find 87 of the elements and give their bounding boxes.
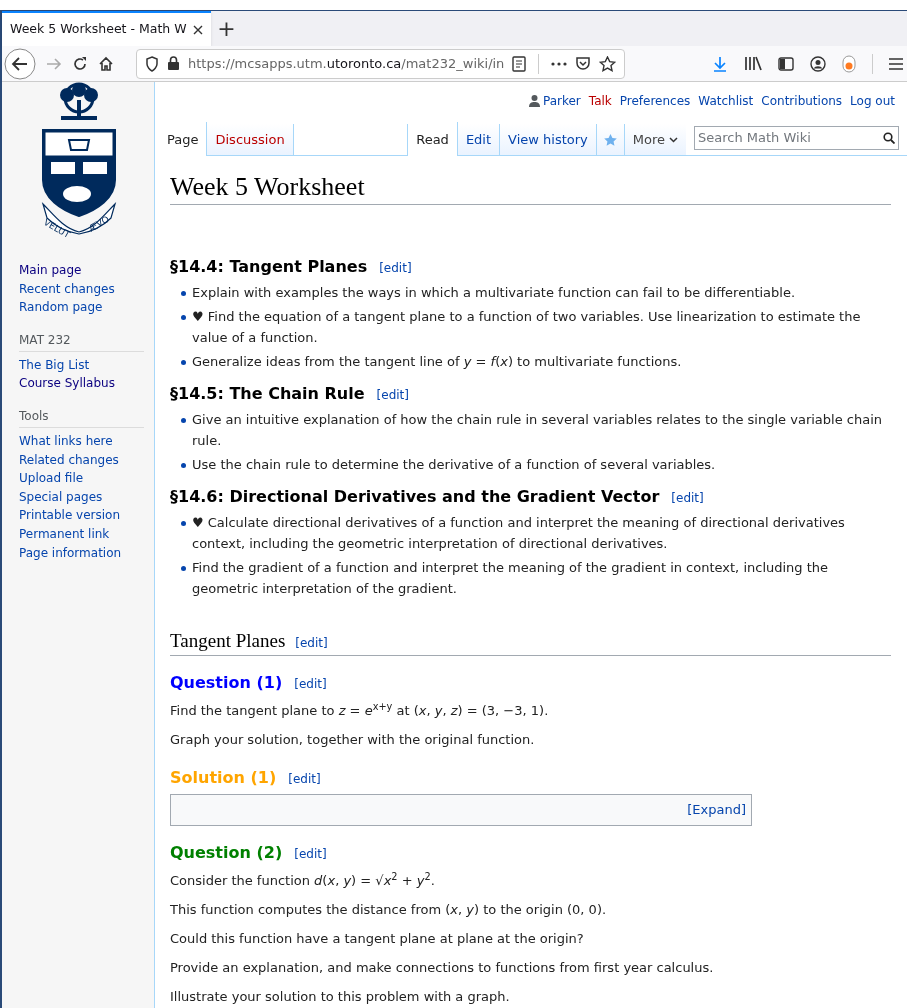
list-item-text: ♥ Find the equation of a tangent plane to a function of two variables. Use linearization to estimate the value of a function. bbox=[192, 308, 862, 347]
pocket-icon[interactable] bbox=[575, 56, 592, 71]
section-heading: §14.5: The Chain Rule bbox=[170, 384, 365, 404]
reader-view-icon[interactable] bbox=[512, 55, 527, 72]
list-item-text: Explain with examples the ways in which a multivariate function can fail to be differentiable. bbox=[192, 284, 796, 302]
edit-link[interactable]: [edit] bbox=[294, 675, 327, 693]
personal-link[interactable]: Log out bbox=[850, 92, 895, 111]
personal-link[interactable]: Contributions bbox=[761, 92, 843, 111]
page-tab[interactable]: Discussion bbox=[207, 124, 294, 156]
page-tab[interactable]: Edit bbox=[457, 124, 501, 156]
close-icon[interactable] bbox=[192, 24, 203, 35]
sidebar-link[interactable]: The Big List bbox=[19, 355, 144, 375]
edit-link[interactable]: [edit] bbox=[379, 259, 412, 277]
bullet-icon bbox=[181, 463, 186, 468]
reload-icon[interactable] bbox=[72, 55, 88, 72]
new-tab-button[interactable]: + bbox=[210, 11, 243, 46]
search-icon[interactable] bbox=[883, 131, 895, 144]
sidebar-link[interactable]: Printable version bbox=[19, 506, 144, 525]
paragraph: Provide an explanation, and make connections to functions from first year calculus. bbox=[170, 959, 715, 977]
sidebar-link[interactable]: Page information bbox=[19, 543, 144, 563]
user-icon bbox=[528, 95, 540, 108]
edit-link[interactable]: [edit] bbox=[294, 845, 327, 863]
sidebar-heading: MAT 232 bbox=[19, 330, 144, 352]
expand-link[interactable]: [Expand] bbox=[687, 800, 746, 820]
shield-icon[interactable] bbox=[145, 55, 159, 72]
edit-link[interactable]: [edit] bbox=[288, 770, 321, 788]
more-menu[interactable]: More bbox=[623, 124, 686, 156]
list-item-text: Generalize ideas from the tangent line of y = f(x) to multivariate functions. bbox=[192, 353, 682, 371]
download-icon[interactable] bbox=[712, 55, 728, 72]
paragraph: Graph your solution, together with the original function. bbox=[170, 731, 536, 749]
more-icon[interactable] bbox=[551, 61, 568, 66]
extension-icon[interactable] bbox=[842, 54, 856, 73]
edit-link[interactable]: [edit] bbox=[295, 634, 328, 652]
sidebar-link[interactable]: What links here bbox=[19, 431, 144, 451]
sidebar-link[interactable]: Random page bbox=[19, 298, 144, 317]
bullet-icon bbox=[181, 360, 186, 365]
library-icon[interactable] bbox=[744, 56, 762, 71]
bookmark-star-icon[interactable] bbox=[599, 55, 617, 72]
back-icon[interactable] bbox=[4, 47, 36, 80]
section-heading: §14.4: Tangent Planes bbox=[170, 257, 368, 277]
section-heading: Tangent Planes bbox=[170, 629, 286, 653]
paragraph: Could this function have a tangent plane at plane at the origin? bbox=[170, 930, 585, 948]
sidebar-link[interactable]: Upload file bbox=[19, 469, 144, 488]
paragraph: This function computes the distance from (x, y) to the origin (0, 0). bbox=[170, 901, 608, 919]
question-heading: Solution (1) bbox=[170, 768, 277, 788]
section-heading: §14.6: Directional Derivatives and the Gradient Vector bbox=[170, 487, 660, 507]
sidebar-link[interactable]: Special pages bbox=[19, 487, 144, 507]
bullet-icon bbox=[181, 566, 186, 571]
sidebar-link[interactable]: Permanent link bbox=[19, 524, 144, 544]
menu-icon[interactable] bbox=[889, 57, 903, 70]
list-item-text: Give an intuitive explanation of how the chain rule in several variables relates to the single variable chain rule. bbox=[192, 411, 883, 450]
edit-link[interactable]: [edit] bbox=[376, 386, 409, 404]
url-bar[interactable]: https://mcsapps.utm.utoronto.ca/mat232_wiki/in bbox=[136, 48, 626, 79]
paragraph: Find the tangent plane to z = e$^{x+y}$ at (x, y, z) = (3, −3, 1). bbox=[170, 700, 550, 720]
personal-link[interactable]: Watchlist bbox=[698, 92, 754, 111]
list-item-text: Use the chain rule to determine the derivative of a function of several variables. bbox=[192, 456, 716, 474]
watch-star-icon[interactable] bbox=[602, 132, 618, 147]
question-heading: Question (2) bbox=[170, 843, 283, 863]
lock-icon bbox=[167, 56, 180, 71]
sidebar-link[interactable]: Course Syllabus bbox=[19, 374, 144, 393]
question-heading: Question (1) bbox=[170, 673, 283, 693]
personal-link[interactable]: Preferences bbox=[619, 92, 691, 111]
sidebar-heading: Tools bbox=[19, 406, 144, 428]
sidebar-icon[interactable] bbox=[778, 56, 794, 71]
browser-tab[interactable]: Week 5 Worksheet - Math W bbox=[2, 11, 211, 46]
bullet-icon bbox=[181, 418, 186, 423]
paragraph: Consider the function d(x, y) = √x$^{2}$ + y$^{2}$. bbox=[170, 870, 436, 890]
home-icon[interactable] bbox=[98, 55, 114, 72]
sidebar-link[interactable]: Recent changes bbox=[19, 279, 144, 299]
bullet-icon bbox=[181, 315, 186, 320]
page-tab[interactable]: View history bbox=[500, 124, 597, 156]
page-title: Week 5 Worksheet bbox=[170, 172, 891, 205]
bullet-icon bbox=[181, 291, 186, 296]
search-field[interactable]: Search Math Wiki bbox=[694, 125, 899, 150]
bullet-icon bbox=[181, 521, 186, 526]
list-item-text: Find the gradient of a function and interpret the meaning of the gradient in context, including the geometric interpretation of the gradient. bbox=[192, 559, 830, 598]
sidebar-link[interactable]: Main page bbox=[19, 261, 144, 280]
account-icon[interactable] bbox=[810, 55, 826, 72]
chevron-down-icon bbox=[669, 136, 678, 143]
personal-link[interactable]: Talk bbox=[588, 92, 612, 111]
url-text: https://mcsapps.utm.utoronto.ca/mat232_wiki/in bbox=[188, 54, 505, 73]
sidebar-link[interactable]: Related changes bbox=[19, 450, 144, 470]
paragraph: Illustrate your solution to this problem with a graph. bbox=[170, 988, 511, 1006]
tab-title: Week 5 Worksheet - Math W bbox=[10, 20, 187, 39]
user-link[interactable]: Parker bbox=[528, 92, 581, 111]
list-item-text: ♥ Calculate directional derivatives of a function and interpret the meaning of directional derivatives context, including the geometric interpretation of directional derivatives. bbox=[192, 514, 846, 553]
edit-link[interactable]: [edit] bbox=[671, 489, 704, 507]
